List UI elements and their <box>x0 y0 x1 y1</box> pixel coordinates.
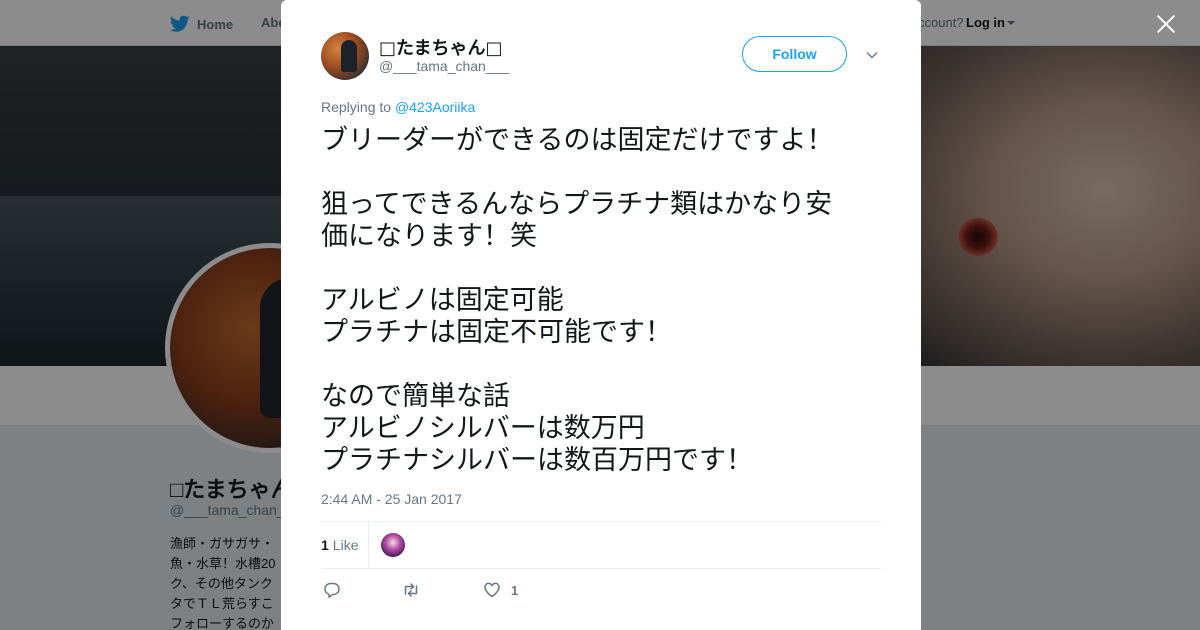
like-action-count: 1 <box>511 582 519 598</box>
likes-stat[interactable]: 1 Like <box>321 537 358 553</box>
replying-to-link[interactable]: @423Aoriika <box>395 99 475 115</box>
reply-button[interactable] <box>323 581 341 599</box>
tweet-stats: 1 Like <box>321 521 881 569</box>
likes-label: Like <box>332 537 359 553</box>
reply-icon <box>324 582 340 598</box>
tweet-timestamp[interactable]: 2:44 AM - 25 Jan 2017 <box>321 491 462 507</box>
author-name[interactable]: □たまちゃん□ <box>379 34 502 60</box>
like-button[interactable]: 1 <box>483 581 518 599</box>
tweet-actions: 1 <box>321 578 881 602</box>
author-avatar[interactable] <box>321 32 369 80</box>
author-handle[interactable]: @___tama_chan___ <box>379 58 509 74</box>
retweet-icon <box>404 583 418 597</box>
liker-avatar[interactable] <box>381 533 405 557</box>
follow-button[interactable]: Follow <box>742 36 847 72</box>
tweet-text: ブリーダーができるのは固定だけですよ！ 狙ってできるんならプラチナ類はかなり安 … <box>321 125 834 476</box>
likes-count: 1 <box>321 537 329 553</box>
chevron-down-icon[interactable] <box>866 48 878 60</box>
replying-to-line: Replying to @423Aoriika <box>321 99 475 115</box>
stats-divider <box>368 522 369 568</box>
close-icon[interactable] <box>1154 12 1178 36</box>
replying-prefix: Replying to <box>321 99 392 115</box>
tweet-modal: □たまちゃん□ @___tama_chan___ Follow Replying… <box>281 0 921 630</box>
retweet-button[interactable] <box>402 581 420 599</box>
heart-icon <box>484 582 500 598</box>
